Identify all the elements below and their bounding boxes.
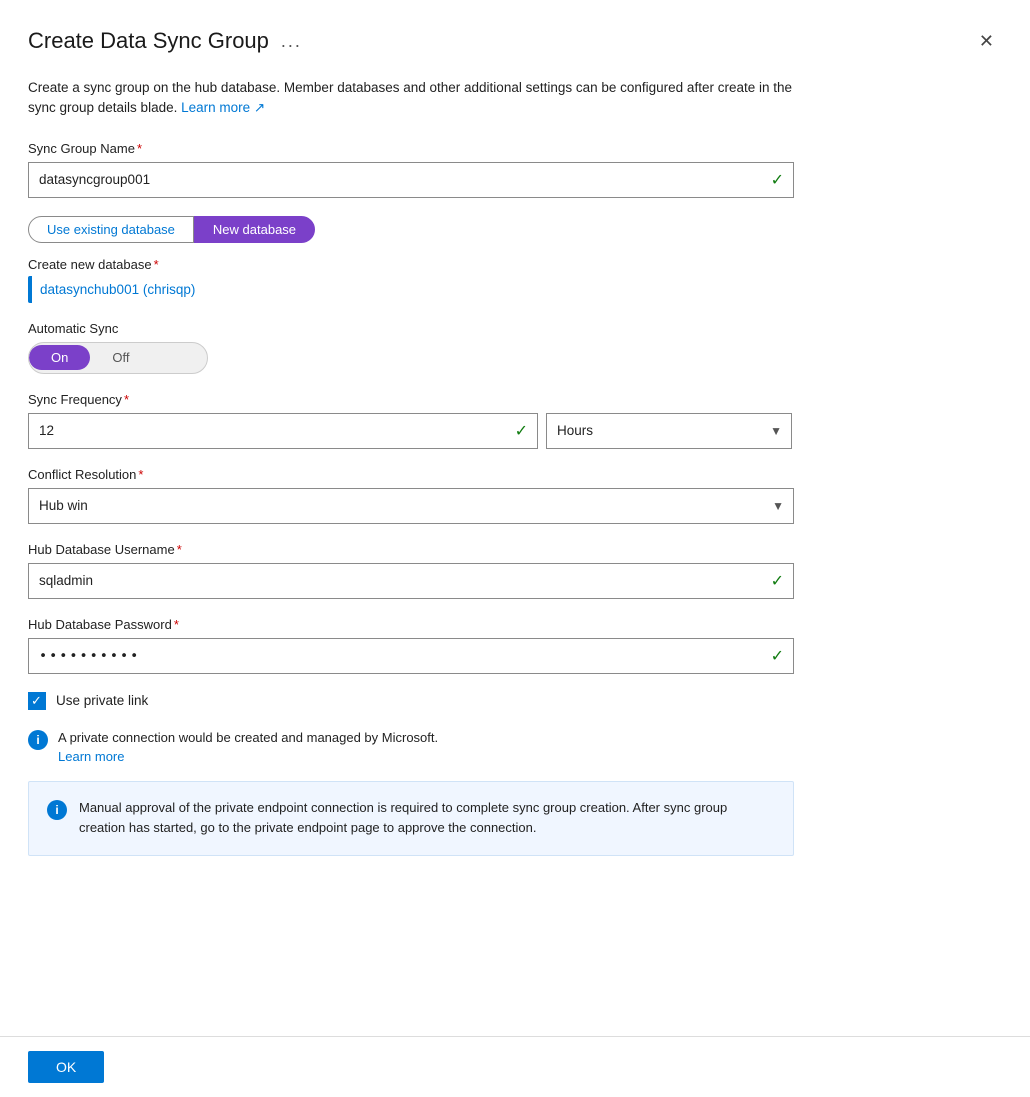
external-link-icon: ↗: [254, 100, 265, 115]
panel-title-row: Create Data Sync Group ...: [28, 28, 302, 54]
db-toggle-section: Use existing database New database: [28, 216, 998, 243]
private-link-info-box: i Manual approval of the private endpoin…: [28, 781, 794, 857]
hub-db-password-wrapper: ✓: [28, 638, 794, 674]
sync-off-button[interactable]: Off: [90, 345, 151, 370]
sync-frequency-unit-select[interactable]: Minutes Hours Days: [546, 413, 792, 449]
create-new-db-section: Create new database* datasynchub001 (chr…: [28, 257, 998, 303]
hub-db-username-input[interactable]: [28, 563, 794, 599]
db-link-row: datasynchub001 (chrisqp): [28, 276, 794, 303]
more-options-icon[interactable]: ...: [281, 31, 302, 52]
conflict-resolution-section: Conflict Resolution* Hub win Member win …: [28, 467, 998, 524]
learn-more-link[interactable]: Learn more ↗: [181, 100, 265, 115]
conflict-resolution-select[interactable]: Hub win Member win: [28, 488, 794, 524]
sync-frequency-label: Sync Frequency*: [28, 392, 998, 407]
required-star-6: *: [174, 617, 179, 632]
bottom-bar: OK: [0, 1036, 1030, 1097]
sync-frequency-input[interactable]: [28, 413, 538, 449]
private-link-box-text: Manual approval of the private endpoint …: [79, 798, 775, 840]
use-private-link-label[interactable]: Use private link: [56, 693, 148, 708]
required-star-2: *: [154, 257, 159, 272]
automatic-sync-label: Automatic Sync: [28, 321, 998, 336]
sync-on-button[interactable]: On: [29, 345, 90, 370]
panel-title: Create Data Sync Group: [28, 28, 269, 54]
automatic-sync-toggle[interactable]: On Off: [28, 342, 208, 374]
hub-db-password-label: Hub Database Password*: [28, 617, 998, 632]
sync-frequency-section: Sync Frequency* ✓ Minutes Hours Days ▼: [28, 392, 998, 449]
required-star-3: *: [124, 392, 129, 407]
left-accent-bar: [28, 276, 32, 303]
conflict-resolution-label: Conflict Resolution*: [28, 467, 998, 482]
private-link-info-text: A private connection would be created an…: [58, 728, 438, 767]
sync-group-name-input[interactable]: [28, 162, 794, 198]
sync-group-name-label: Sync Group Name*: [28, 141, 998, 156]
required-star: *: [137, 141, 142, 156]
sync-group-name-section: Sync Group Name* ✓: [28, 141, 998, 198]
use-private-link-row: Use private link: [28, 692, 998, 710]
input-valid-check-icon: ✓: [771, 170, 784, 190]
private-link-learn-more-link[interactable]: Learn more: [58, 749, 124, 764]
automatic-sync-section: Automatic Sync On Off: [28, 321, 998, 374]
required-star-5: *: [177, 542, 182, 557]
panel-description: Create a sync group on the hub database.…: [28, 78, 808, 119]
conflict-resolution-select-wrapper: Hub win Member win ▼: [28, 488, 794, 524]
hub-db-password-input[interactable]: [28, 638, 794, 674]
sync-frequency-unit-wrapper: Minutes Hours Days ▼: [546, 413, 792, 449]
sync-frequency-row: ✓ Minutes Hours Days ▼: [28, 413, 794, 449]
hub-db-username-label: Hub Database Username*: [28, 542, 998, 557]
ok-button[interactable]: OK: [28, 1051, 104, 1083]
create-new-db-label: Create new database*: [28, 257, 998, 272]
hub-db-username-wrapper: ✓: [28, 563, 794, 599]
panel-header: Create Data Sync Group ... ✕: [28, 28, 998, 54]
info-box-icon: i: [47, 800, 67, 820]
username-valid-icon: ✓: [771, 571, 784, 591]
use-private-link-checkbox[interactable]: [28, 692, 46, 710]
use-existing-database-button[interactable]: Use existing database: [28, 216, 194, 243]
required-star-4: *: [138, 467, 143, 482]
info-icon: i: [28, 730, 48, 750]
db-link[interactable]: datasynchub001 (chrisqp): [40, 276, 195, 303]
private-link-info-row: i A private connection would be created …: [28, 728, 998, 767]
sync-frequency-input-wrapper: ✓: [28, 413, 538, 449]
new-database-button[interactable]: New database: [194, 216, 315, 243]
freq-input-valid-icon: ✓: [515, 421, 528, 441]
close-button[interactable]: ✕: [975, 28, 998, 54]
sync-group-name-wrapper: ✓: [28, 162, 794, 198]
hub-db-username-section: Hub Database Username* ✓: [28, 542, 998, 599]
hub-db-password-section: Hub Database Password* ✓: [28, 617, 998, 674]
create-data-sync-panel: Create Data Sync Group ... ✕ Create a sy…: [0, 0, 1030, 1097]
password-valid-icon: ✓: [771, 646, 784, 666]
